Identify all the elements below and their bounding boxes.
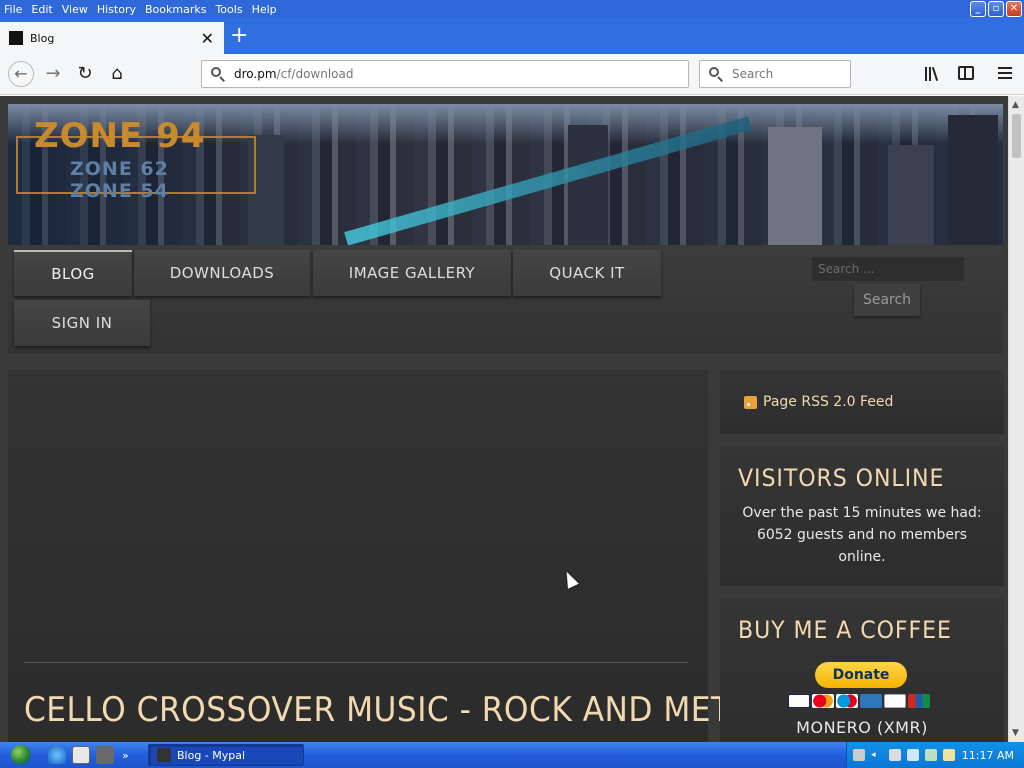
menu-help[interactable]: Help xyxy=(252,3,277,16)
menu-view[interactable]: View xyxy=(62,3,88,16)
close-tab-icon[interactable]: ✕ xyxy=(201,29,214,48)
scrollbar-thumb[interactable] xyxy=(1012,114,1021,158)
site-search-button[interactable]: Search xyxy=(854,284,920,316)
display-tray-icon[interactable] xyxy=(889,749,901,761)
power-tray-icon[interactable] xyxy=(943,749,955,761)
main-content: CELLO CROSSOVER MUSIC - ROCK AND METAL xyxy=(8,370,767,742)
url-path: /cf/download xyxy=(276,67,354,81)
web-page: ZONE 94 ZONE 62 ZONE 54 BLOG DOWNLOADS I… xyxy=(0,96,1008,742)
mypal-app-icon xyxy=(157,748,171,762)
browser-search-box[interactable]: Search xyxy=(699,60,851,88)
network-tray-icon[interactable] xyxy=(853,749,865,761)
logo-sub-line-1: ZONE 62 xyxy=(70,158,169,180)
url-host: dro.pm xyxy=(234,67,277,81)
unionpay-card-icon xyxy=(908,694,930,708)
payment-cards xyxy=(788,694,930,708)
system-tray: ◂ 11:17 AM xyxy=(846,742,1024,768)
menu-file[interactable]: File xyxy=(4,3,22,16)
volume-tray-icon[interactable] xyxy=(907,749,919,761)
navigation-toolbar: ← → ↻ ⌂ dro.pm/cf/download Search xyxy=(0,54,1024,95)
tab-blog[interactable]: Blog ✕ xyxy=(0,22,224,54)
post-title[interactable]: CELLO CROSSOVER MUSIC - ROCK AND METAL xyxy=(24,690,768,730)
tab-bar: Blog ✕ + xyxy=(0,18,1024,54)
divider xyxy=(24,662,688,663)
maestro-card-icon xyxy=(836,694,858,708)
tab-title: Blog xyxy=(30,31,55,45)
close-window-button[interactable]: ✕ xyxy=(1006,1,1022,17)
coffee-widget: BUY ME A COFFEE Donate MONERO (XMR) xyxy=(720,598,1004,742)
rss-link[interactable]: Page RSS 2.0 Feed xyxy=(763,394,893,410)
menu-tools[interactable]: Tools xyxy=(215,3,242,16)
media-player-icon[interactable] xyxy=(72,746,90,764)
taskbar-item-blog[interactable]: Blog - Mypal xyxy=(148,744,304,766)
logo-sub-line-2: ZONE 54 xyxy=(70,180,169,202)
menu-history[interactable]: History xyxy=(97,3,136,16)
rss-icon xyxy=(744,395,757,409)
site-navigation: BLOG DOWNLOADS IMAGE GALLERY QUACK IT SI… xyxy=(8,246,1003,354)
tray-expand-icon[interactable]: ◂ xyxy=(871,749,883,761)
favicon-icon xyxy=(9,31,23,45)
visitors-text: Over the past 15 minutes we had: 6052 gu… xyxy=(742,505,982,565)
search-icon xyxy=(708,66,724,82)
visa-card-icon xyxy=(788,694,810,708)
restore-button[interactable]: ▫ xyxy=(988,1,1004,17)
safely-remove-tray-icon[interactable] xyxy=(925,749,937,761)
site-logo-sub: ZONE 62 ZONE 54 xyxy=(70,158,169,202)
discover-card-icon xyxy=(884,694,906,708)
browser-quicklaunch-icon[interactable] xyxy=(96,746,114,764)
scroll-up-arrow-icon[interactable]: ▲ xyxy=(1012,100,1019,110)
nav-downloads[interactable]: DOWNLOADS xyxy=(134,250,310,296)
taskbar: » Blog - Mypal ◂ 11:17 AM xyxy=(0,742,1024,768)
home-icon[interactable]: ⌂ xyxy=(106,63,128,85)
window-controls: _ ▫ ✕ xyxy=(970,1,1022,17)
site-logo[interactable]: ZONE 94 xyxy=(34,116,205,156)
amex-card-icon xyxy=(860,694,882,708)
rss-widget: Page RSS 2.0 Feed xyxy=(720,370,1004,434)
windows-orb-icon xyxy=(11,745,31,765)
reload-icon[interactable]: ↻ xyxy=(74,63,96,85)
sidebar-toggle-icon[interactable] xyxy=(958,66,974,80)
page-scrollbar[interactable]: ▲ ▼ xyxy=(1008,96,1024,742)
nav-image-gallery[interactable]: IMAGE GALLERY xyxy=(313,250,511,296)
new-tab-icon[interactable]: + xyxy=(230,24,248,48)
nav-sign-in[interactable]: SIGN IN xyxy=(14,300,150,346)
nav-blog[interactable]: BLOG xyxy=(14,250,132,296)
taskbar-item-label: Blog - Mypal xyxy=(177,748,246,762)
menu-edit[interactable]: Edit xyxy=(31,3,52,16)
minimize-button[interactable]: _ xyxy=(970,1,986,17)
hamburger-menu-icon[interactable] xyxy=(998,67,1012,79)
site-banner: ZONE 94 ZONE 62 ZONE 54 xyxy=(8,104,1003,245)
clock[interactable]: 11:17 AM xyxy=(962,749,1014,762)
start-button[interactable] xyxy=(0,742,42,768)
forward-arrow-icon[interactable]: → xyxy=(42,63,64,85)
internet-explorer-icon[interactable] xyxy=(48,746,66,764)
visitors-widget: VISITORS ONLINE Over the past 15 minutes… xyxy=(720,446,1004,586)
quicklaunch-chevron-icon[interactable]: » xyxy=(122,749,129,762)
visitors-title: VISITORS ONLINE xyxy=(738,464,945,492)
donate-button[interactable]: Donate xyxy=(815,662,907,688)
back-arrow-icon[interactable]: ← xyxy=(8,61,34,87)
library-icon[interactable] xyxy=(924,66,944,82)
search-placeholder: Search xyxy=(732,67,774,81)
mastercard-icon xyxy=(812,694,834,708)
address-bar[interactable]: dro.pm/cf/download xyxy=(201,60,689,88)
search-icon xyxy=(210,66,226,82)
monero-label: MONERO (XMR) xyxy=(796,718,928,737)
site-search-input[interactable] xyxy=(811,256,965,282)
menu-bar: File Edit View History Bookmarks Tools H… xyxy=(0,0,1024,18)
scroll-down-arrow-icon[interactable]: ▼ xyxy=(1012,728,1019,738)
menu-bookmarks[interactable]: Bookmarks xyxy=(145,3,206,16)
coffee-title: BUY ME A COFFEE xyxy=(738,616,952,644)
nav-quack-it[interactable]: QUACK IT xyxy=(513,250,661,296)
